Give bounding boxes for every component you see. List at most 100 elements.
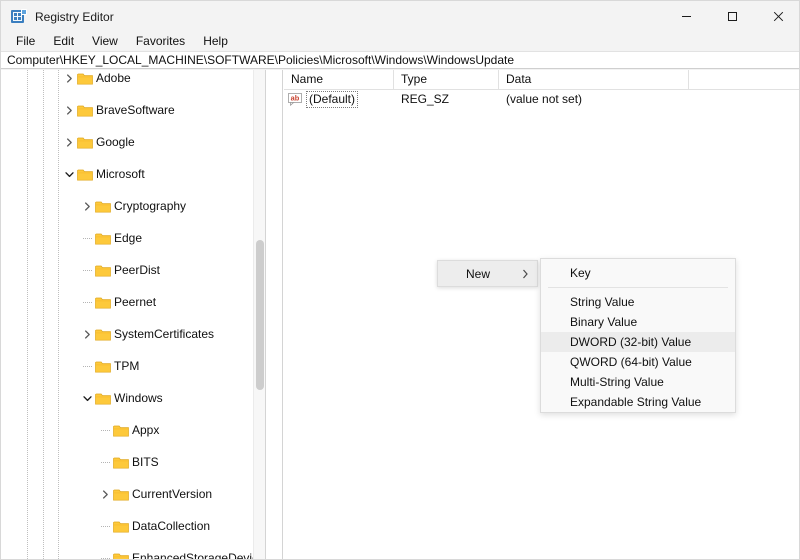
tree-elbow-connector [101, 558, 110, 559]
tree-elbow-connector [83, 270, 92, 271]
folder-icon [113, 552, 129, 559]
new-submenu[interactable]: Key String Value Binary Value DWORD (32-bit… [540, 258, 736, 413]
submenu-item-string-value[interactable]: String Value [541, 292, 735, 312]
menu-item-view[interactable]: View [83, 33, 127, 50]
tree-item-label: Google [96, 135, 135, 149]
submenu-item-key[interactable]: Key [541, 263, 735, 283]
tree-rows: Adobe BraveSoftware Google Microsoft Cryptog… [1, 70, 265, 560]
tree-item-label: PeerDist [114, 263, 161, 277]
folder-icon [113, 456, 129, 469]
tree-item-label: Microsoft [96, 167, 145, 181]
tree-item-peerdist[interactable]: PeerDist [1, 262, 265, 278]
tree-item-label: CurrentVersion [132, 487, 213, 501]
list-row[interactable]: ab (Default) REG_SZ (value not set) [284, 90, 799, 109]
tree-item-label: Edge [114, 231, 143, 245]
tree-item-currentversion[interactable]: CurrentVersion [1, 486, 265, 502]
registry-editor-icon [11, 8, 27, 25]
tree-item-label: EnhancedStorageDevices [132, 551, 265, 560]
chevron-right-icon [522, 269, 529, 279]
tree-elbow-connector [101, 462, 110, 463]
window-title: Registry Editor [35, 9, 114, 24]
tree-item-edge[interactable]: Edge [1, 230, 265, 246]
tree-item-label: Appx [132, 423, 160, 437]
close-icon[interactable] [755, 1, 799, 32]
tree-item-enhancedstoragedevices[interactable]: EnhancedStorageDevices [1, 550, 265, 560]
folder-icon [95, 328, 111, 341]
tree-item-tpm[interactable]: TPM [1, 358, 265, 374]
tree-item-label: Peernet [114, 295, 157, 309]
tree-item-systemcertificates[interactable]: SystemCertificates [1, 326, 265, 342]
folder-icon [113, 424, 129, 437]
string-value-icon: ab [288, 93, 302, 106]
folder-icon [77, 168, 93, 181]
maximize-icon[interactable] [709, 1, 755, 32]
minimize-icon[interactable] [663, 1, 709, 32]
tree-item-windows[interactable]: Windows [1, 390, 265, 406]
context-menu-item-new[interactable]: New [438, 261, 537, 286]
tree-item-cryptography[interactable]: Cryptography [1, 198, 265, 214]
tree-elbow-connector [101, 526, 110, 527]
main-content: Adobe BraveSoftware Google Microsoft Cryptog… [1, 70, 799, 560]
value-name-label: (Default) [306, 91, 359, 108]
value-type-cell: REG_SZ [401, 92, 450, 106]
folder-icon [95, 264, 111, 277]
folder-icon [77, 72, 93, 85]
menu-item-help[interactable]: Help [194, 33, 237, 50]
tree-item-label: Windows [114, 391, 163, 405]
title-bar-left: Registry Editor [1, 8, 114, 25]
folder-icon [77, 136, 93, 149]
tree-item-label: Adobe [96, 71, 131, 85]
chevron-down-icon[interactable] [63, 166, 76, 182]
menu-item-favorites[interactable]: Favorites [127, 33, 194, 50]
chevron-right-icon[interactable] [63, 102, 76, 118]
tree-elbow-connector [101, 430, 110, 431]
value-name-cell[interactable]: ab (Default) [288, 91, 359, 108]
folder-icon [95, 360, 111, 373]
folder-icon [95, 392, 111, 405]
column-header-type[interactable]: Type [394, 70, 499, 90]
tree-item-label: Cryptography [114, 199, 187, 213]
chevron-right-icon[interactable] [81, 198, 94, 214]
list-column-headers: Name Type Data [284, 70, 799, 90]
column-header-data[interactable]: Data [499, 70, 689, 90]
menu-item-edit[interactable]: Edit [44, 33, 83, 50]
context-menu-item-new-label: New [466, 266, 491, 281]
folder-icon [95, 296, 111, 309]
registry-editor-window: Registry Editor File Edit View Favorites… [0, 0, 800, 560]
submenu-item-dword-32-bit-value[interactable]: DWORD (32-bit) Value [541, 332, 735, 352]
pane-splitter[interactable] [265, 70, 283, 559]
chevron-right-icon[interactable] [81, 326, 94, 342]
column-header-filler [689, 70, 799, 90]
folder-icon [95, 232, 111, 245]
registry-tree-pane[interactable]: Adobe BraveSoftware Google Microsoft Cryptog… [1, 70, 265, 560]
tree-item-label: SystemCertificates [114, 327, 215, 341]
tree-item-peernet[interactable]: Peernet [1, 294, 265, 310]
chevron-right-icon[interactable] [63, 134, 76, 150]
submenu-item-binary-value[interactable]: Binary Value [541, 312, 735, 332]
submenu-item-qword-64-bit-value[interactable]: QWORD (64-bit) Value [541, 352, 735, 372]
tree-item-datacollection[interactable]: DataCollection [1, 518, 265, 534]
chevron-right-icon[interactable] [99, 486, 112, 502]
tree-item-microsoft[interactable]: Microsoft [1, 166, 265, 182]
list-rows: ab (Default) REG_SZ (value not set) [284, 90, 799, 109]
submenu-item-multi-string-value[interactable]: Multi-String Value [541, 372, 735, 392]
address-path: Computer\HKEY_LOCAL_MACHINE\SOFTWARE\Pol… [7, 53, 515, 67]
menu-bar: File Edit View Favorites Help [1, 32, 799, 51]
tree-vertical-scrollbar-thumb[interactable] [256, 240, 264, 390]
title-bar: Registry Editor [1, 1, 799, 32]
menu-item-file[interactable]: File [7, 33, 44, 50]
value-data-cell: (value not set) [506, 92, 583, 106]
column-header-name[interactable]: Name [284, 70, 394, 90]
tree-item-bravesoftware[interactable]: BraveSoftware [1, 102, 265, 118]
tree-vertical-scrollbar[interactable] [253, 70, 265, 559]
chevron-down-icon[interactable] [81, 390, 94, 406]
address-bar[interactable]: Computer\HKEY_LOCAL_MACHINE\SOFTWARE\Pol… [1, 51, 799, 69]
context-menu[interactable]: New [437, 260, 538, 287]
chevron-right-icon[interactable] [63, 70, 76, 86]
tree-item-appx[interactable]: Appx [1, 422, 265, 438]
submenu-item-expandable-string-value[interactable]: Expandable String Value [541, 392, 735, 412]
tree-item-adobe[interactable]: Adobe [1, 70, 265, 86]
tree-item-bits[interactable]: BITS [1, 454, 265, 470]
tree-item-label: TPM [114, 359, 140, 373]
tree-item-google[interactable]: Google [1, 134, 265, 150]
